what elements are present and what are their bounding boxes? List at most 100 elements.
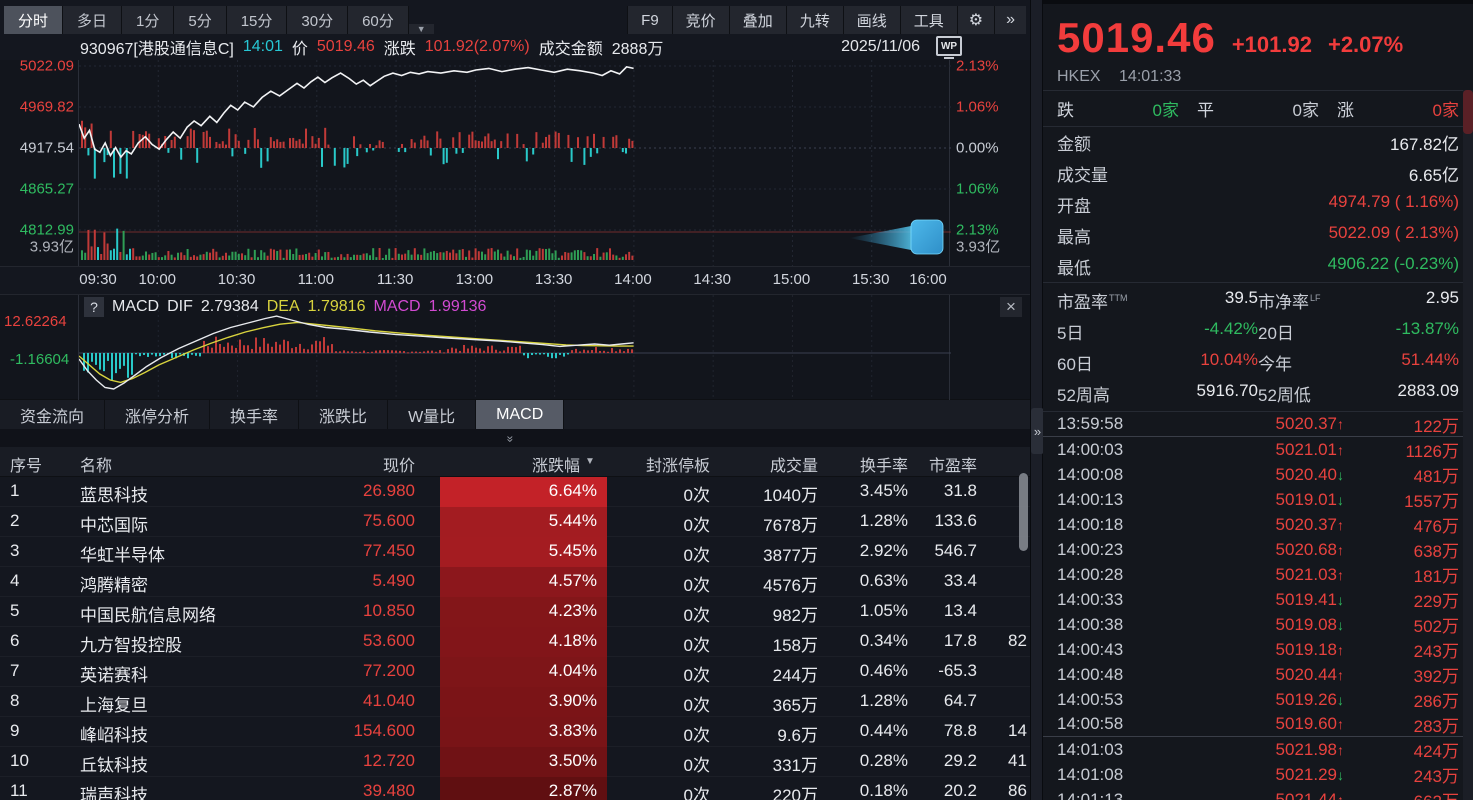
table-cell: 4 [10,571,19,591]
tick-row[interactable]: 14:01:135021.44↑662万 [1043,787,1473,800]
tick-row[interactable]: 14:00:585019.60↑283万 [1043,712,1473,737]
tick-row[interactable]: 14:00:335019.41↓229万 [1043,587,1473,612]
tick-row[interactable]: 14:01:035021.98↑424万 [1043,737,1473,762]
tool-button-工具[interactable]: 工具 [900,6,957,34]
intraday-plot-area[interactable] [78,60,950,266]
table-row[interactable]: 3华虹半导体77.4505.45%0次3877万2.92%546.7 [0,537,1030,567]
tick-price: 5020.44 [1207,665,1337,685]
time-axis-label: 11:30 [377,271,413,288]
arrow-up-icon: ↑ [1337,716,1355,732]
period-tab-1分[interactable]: 1分 [122,6,174,34]
period-tab-60分[interactable]: 60分 [348,6,409,34]
tick-row[interactable]: 14:00:135019.01↓1557万 [1043,487,1473,512]
tick-row[interactable]: 13:59:585020.37↑122万 [1043,412,1473,437]
tick-row[interactable]: 14:00:385019.08↓502万 [1043,612,1473,637]
chart-zoom-handle[interactable] [911,220,943,254]
table-row[interactable]: 9峰岹科技154.6003.83%0次9.6万0.44%78.814 [0,717,1030,747]
breadth-value: 0家 [1293,96,1319,121]
gear-icon[interactable]: ⚙ [957,6,994,34]
table-cell: 10 [10,751,29,771]
stat-row: 开盘4974.79 ( 1.16%) [1043,189,1473,220]
col-pe[interactable]: 市盈率 [915,452,977,476]
tick-row[interactable]: 14:00:085020.40↓481万 [1043,462,1473,487]
analysis-tab-W量比[interactable]: W量比 [388,400,476,429]
table-row[interactable]: 2中芯国际75.6005.44%0次7678万1.28%133.6 [0,507,1030,537]
pct-heat-cell: 4.57% [440,567,607,597]
period-tab-分时[interactable]: 分时 [4,6,63,34]
stat-label: 开盘 [1057,192,1091,217]
tick-row[interactable]: 14:01:085021.29↓243万 [1043,762,1473,787]
intraday-chart[interactable]: 5022.094969.824917.544865.274812.993.93亿… [0,60,1030,266]
pct-heat-cell: 6.64% [440,477,607,507]
collapse-chevron-icon[interactable]: » [503,436,517,441]
table-row[interactable]: 10丘钛科技12.7203.50%0次331万0.28%29.241 [0,747,1030,777]
tick-row[interactable]: 14:00:485020.44↑392万 [1043,662,1473,687]
tick-time: 14:00:33 [1057,590,1167,610]
help-icon[interactable]: ? [84,297,104,317]
table-cell: 0次 [620,781,710,800]
col-limit[interactable]: 封涨停板 [620,452,710,476]
more-chevron-icon[interactable]: » [994,6,1026,34]
analysis-tab-换手率[interactable]: 换手率 [210,400,299,429]
tick-scrollbar-track[interactable] [1463,90,1473,800]
table-cell: 1.28% [840,511,908,531]
sort-caret-icon[interactable]: ▼ [585,456,595,467]
col-name[interactable]: 名称 [80,452,112,476]
table-row[interactable]: 8上海复旦41.0403.90%0次365万1.28%64.7 [0,687,1030,717]
market-breadth-row: 跌0家平0家涨0家 [1043,91,1473,127]
change-label: 涨跌 [384,35,416,59]
table-cell: 0.44% [840,721,908,741]
tick-price: 5019.18 [1207,640,1337,660]
period-tab-15分[interactable]: 15分 [227,6,288,34]
tick-row[interactable]: 14:00:235020.68↑638万 [1043,537,1473,562]
period-tab-5分[interactable]: 5分 [174,6,226,34]
wp-monitor-icon[interactable]: WP [936,36,962,56]
col-pct[interactable]: 涨跌幅 [460,452,580,476]
table-row[interactable]: 1蓝思科技26.9806.64%0次1040万3.45%31.8 [0,477,1030,507]
analysis-tab-MACD[interactable]: MACD [476,400,564,429]
table-cell: 中国民航信息网络 [80,601,216,626]
analysis-tab-涨跌比[interactable]: 涨跌比 [299,400,388,429]
table-cell: 0.63% [840,571,908,591]
pct-heat-cell: 2.87% [440,777,607,800]
tool-button-F9[interactable]: F9 [627,6,672,34]
table-cell: 7678万 [740,511,818,536]
table-row[interactable]: 4鸿腾精密5.4904.57%0次4576万0.63%33.4 [0,567,1030,597]
close-icon[interactable]: × [1000,297,1022,317]
tick-scrollbar-thumb[interactable] [1463,90,1473,134]
breadth-item: 涨0家 [1337,96,1459,121]
table-row[interactable]: 6九方智投控股53.6004.18%0次158万0.34%17.882 [0,627,1030,657]
period-dropdown-caret-icon[interactable]: ▼ [409,24,434,34]
col-vol[interactable]: 成交量 [740,452,818,476]
table-scrollbar-thumb[interactable] [1019,473,1028,551]
col-price[interactable]: 现价 [320,452,415,476]
macd-panel[interactable]: ? MACD DIF 2.79384 DEA 1.79816 MACD 1.99… [0,294,1030,399]
security-code[interactable]: 930967[港股通信息C] [80,35,234,59]
col-no[interactable]: 序号 [10,452,42,476]
tool-button-画线[interactable]: 画线 [843,6,900,34]
arrow-up-icon: ↑ [1337,667,1355,683]
tick-row[interactable]: 14:00:185020.37↑476万 [1043,512,1473,537]
table-row[interactable]: 7英诺赛科77.2004.04%0次244万0.46%-65.3 [0,657,1030,687]
period-tab-多日[interactable]: 多日 [63,6,122,34]
table-row[interactable]: 5中国民航信息网络10.8504.23%0次982万1.05%13.4 [0,597,1030,627]
tool-button-竞价[interactable]: 竞价 [672,6,729,34]
tick-row[interactable]: 14:00:435019.18↑243万 [1043,637,1473,662]
tick-row[interactable]: 14:00:035021.01↑1126万 [1043,437,1473,462]
percent-axis-label: 1.06% [956,99,999,116]
col-turn[interactable]: 换手率 [840,452,908,476]
tick-row[interactable]: 14:00:285021.03↑181万 [1043,562,1473,587]
tool-button-九转[interactable]: 九转 [786,6,843,34]
tick-row[interactable]: 14:00:535019.26↓286万 [1043,687,1473,712]
breadth-label: 涨 [1337,96,1354,121]
analysis-tab-涨停分析[interactable]: 涨停分析 [105,400,210,429]
tool-button-叠加[interactable]: 叠加 [729,6,786,34]
table-cell: 31.8 [915,481,977,501]
analysis-tab-资金流向[interactable]: 资金流向 [0,400,105,429]
table-cell: 上海复旦 [80,691,148,716]
table-cell: 0次 [620,631,710,656]
table-row[interactable]: 11瑞声科技39.4802.87%0次220万0.18%20.286 [0,777,1030,800]
table-cell: -65.3 [915,661,977,681]
panel-splitter[interactable]: » [1030,0,1043,800]
period-tab-30分[interactable]: 30分 [287,6,348,34]
